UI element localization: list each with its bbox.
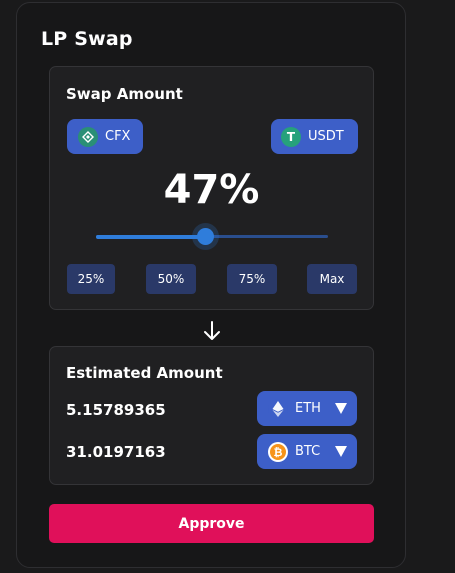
estimated-amount-title: Estimated Amount xyxy=(66,364,223,382)
arrow-down-icon xyxy=(204,321,220,340)
btc-icon: ₿ xyxy=(268,441,288,462)
usdt-icon: T xyxy=(281,126,301,147)
token-a-label: CFX xyxy=(105,129,131,144)
preset-max-button[interactable]: Max xyxy=(307,264,357,294)
preset-25-button[interactable]: 25% xyxy=(67,264,115,294)
preset-50-button[interactable]: 50% xyxy=(146,264,196,294)
token-a-button[interactable]: CFX xyxy=(67,119,143,154)
swap-amount-card: Swap Amount CFX T USDT 47% 25% 50% 75% M… xyxy=(49,66,374,310)
panel-title: LP Swap xyxy=(41,28,133,50)
swap-percent-slider[interactable] xyxy=(96,225,328,249)
lp-swap-panel: LP Swap Swap Amount CFX T USDT 47% 25% 5… xyxy=(16,2,406,568)
svg-text:₿: ₿ xyxy=(274,446,283,459)
caret-down-icon xyxy=(335,446,347,457)
output-token-eth-select[interactable]: ETH xyxy=(257,391,357,426)
eth-icon xyxy=(268,398,288,419)
token-b-label: USDT xyxy=(308,129,344,144)
approve-button[interactable]: Approve xyxy=(49,504,374,543)
cfx-icon xyxy=(78,126,98,147)
output-token-btc-select[interactable]: ₿ BTC xyxy=(257,434,357,469)
caret-down-icon xyxy=(335,403,347,414)
estimated-amount-eth: 5.15789365 xyxy=(66,401,166,419)
estimated-amount-btc: 31.0197163 xyxy=(66,443,166,461)
output-token-eth-label: ETH xyxy=(295,401,321,416)
slider-thumb[interactable] xyxy=(197,228,215,245)
swap-amount-title: Swap Amount xyxy=(66,85,183,103)
output-token-btc-label: BTC xyxy=(295,444,321,459)
slider-fill xyxy=(96,235,206,239)
token-b-button[interactable]: T USDT xyxy=(271,119,358,154)
swap-percent-display: 47% xyxy=(163,167,260,213)
preset-75-button[interactable]: 75% xyxy=(227,264,277,294)
estimated-amount-card: Estimated Amount 5.15789365 ETH 31.01971… xyxy=(49,346,374,485)
